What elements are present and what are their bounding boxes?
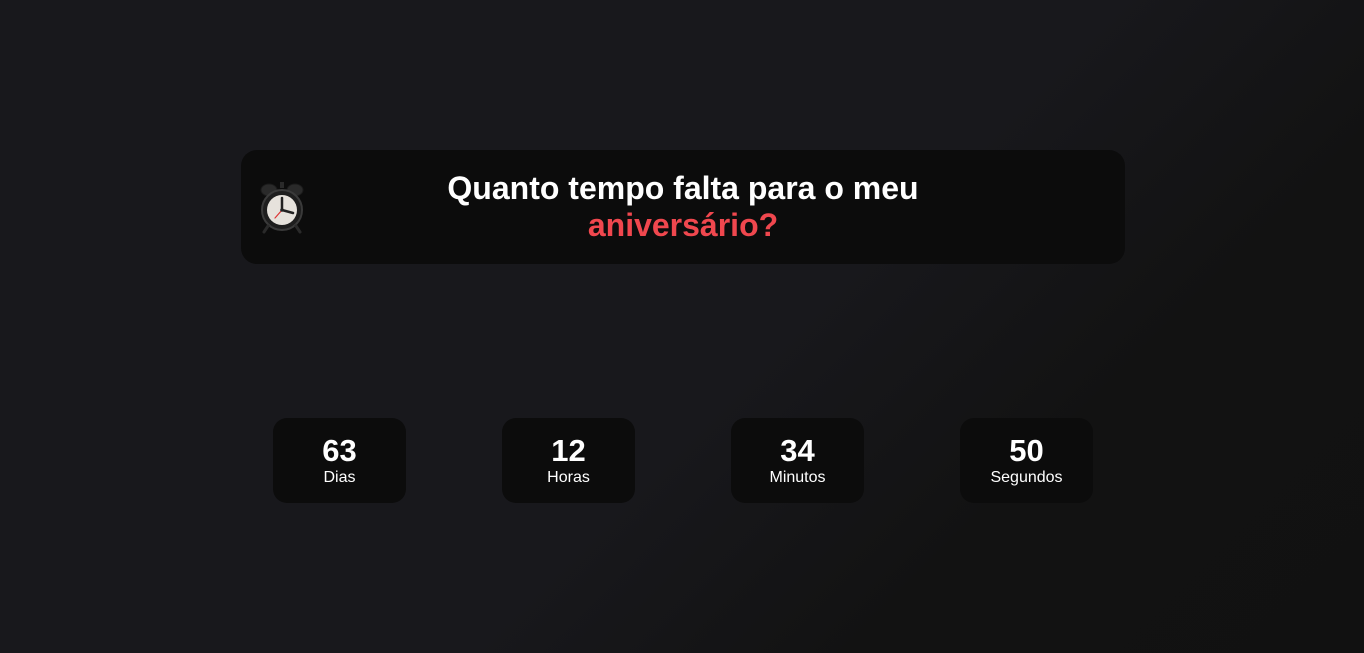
title-line-1: Quanto tempo falta para o meu	[447, 170, 919, 206]
hours-label: Horas	[547, 469, 590, 486]
title-line-2: aniversário?	[587, 207, 779, 243]
countdown-hours: 12 Horas	[502, 418, 635, 503]
hours-value: 12	[551, 433, 586, 468]
seconds-value: 50	[1009, 433, 1044, 468]
days-value: 63	[322, 433, 357, 468]
countdown-days: 63 Dias	[273, 418, 406, 503]
countdown-seconds: 50 Segundos	[960, 418, 1093, 503]
title-card: Quanto tempo falta para o meu aniversári…	[241, 150, 1125, 264]
days-label: Dias	[323, 469, 356, 486]
seconds-label: Segundos	[990, 469, 1063, 486]
minutes-label: Minutos	[769, 469, 826, 486]
minutes-value: 34	[780, 433, 815, 468]
page-title: Quanto tempo falta para o meu aniversári…	[241, 170, 1125, 244]
countdown-minutes: 34 Minutos	[731, 418, 864, 503]
